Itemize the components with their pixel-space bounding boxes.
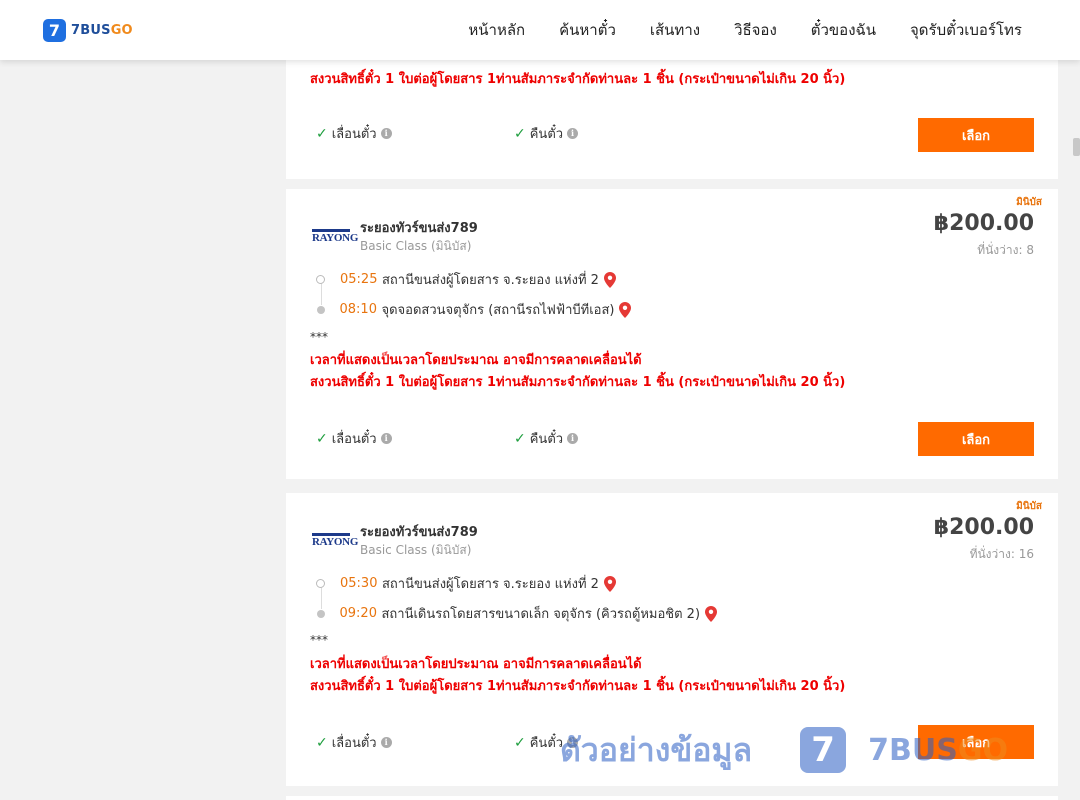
departure-stop: 05:30 สถานีขนส่งผู้โดยสาร จ.ระยอง แห่งที…	[316, 573, 616, 594]
nav-how-to-book[interactable]: วิธีจอง	[734, 18, 777, 42]
check-icon: ✓	[316, 125, 328, 142]
nav-ticket-pickup[interactable]: จุดรับตั๋วเบอร์โทร	[910, 18, 1022, 42]
map-pin-icon[interactable]	[603, 271, 616, 288]
departure-place: สถานีขนส่งผู้โดยสาร จ.ระยอง แห่งที่ 2	[382, 273, 599, 288]
ticket-price: ฿200.00	[933, 515, 1034, 540]
departure-stop: 05:25 สถานีขนส่งผู้โดยสาร จ.ระยอง แห่งที…	[316, 269, 616, 290]
info-icon[interactable]: i	[567, 128, 579, 139]
arrival-stop: 09:20 สถานีเดินรถโดยสารขนาดเล็ก จตุจักร …	[316, 603, 718, 624]
arrival-time: 08:10	[339, 302, 377, 317]
site-logo[interactable]: 7 7BUSGO	[43, 19, 133, 42]
info-icon[interactable]: i	[380, 737, 392, 748]
nav-search-ticket[interactable]: ค้นหาตั๋ว	[559, 18, 616, 42]
nav-home[interactable]: หน้าหลัก	[468, 18, 525, 42]
option-refund-ticket: ✓ คืนตั๋ว i	[514, 123, 579, 144]
departure-place: สถานีขนส่งผู้โดยสาร จ.ระยอง แห่งที่ 2	[382, 577, 599, 592]
remark-stars: ***	[310, 633, 328, 647]
time-note: เวลาที่แสดงเป็นเวลาโดยประมาณ อาจมีการคลา…	[310, 657, 642, 672]
option-change-ticket: ✓ เลื่อนตั๋ว i	[316, 123, 392, 144]
luggage-note: สงวนสิทธิ์ตั๋ว 1 ใบต่อผู้โดยสาร 1ท่านสัม…	[310, 375, 846, 390]
select-button[interactable]: เลือก	[918, 725, 1034, 759]
trip-card: มินิบัส RAYONG ระยองทัวร์ขนส่ง789 Basic …	[286, 189, 1058, 479]
info-icon[interactable]: i	[380, 128, 392, 139]
arrival-place: จุดจอดสวนจตุจักร (สถานีรถไฟฟ้าบีทีเอส)	[381, 303, 615, 318]
check-icon: ✓	[316, 430, 328, 447]
map-pin-icon[interactable]	[619, 301, 632, 318]
luggage-note: สงวนสิทธิ์ตั๋ว 1 ใบต่อผู้โดยสาร 1ท่านสัม…	[310, 72, 846, 87]
operator-logo: RAYONG	[312, 533, 358, 549]
departure-time: 05:30	[340, 576, 378, 591]
select-button[interactable]: เลือก	[918, 422, 1034, 456]
option-change-ticket: ✓ เลื่อนตั๋ว i	[316, 428, 392, 449]
bus-class: Basic Class (มินิบัส)	[360, 543, 472, 557]
ticket-price: ฿200.00	[933, 211, 1034, 236]
arrival-place: สถานีเดินรถโดยสารขนาดเล็ก จตุจักร (คิวรถ…	[381, 607, 701, 622]
check-icon: ✓	[316, 734, 328, 751]
departure-time: 05:25	[340, 272, 378, 287]
remark-stars: ***	[310, 330, 328, 344]
info-icon[interactable]: i	[567, 737, 579, 748]
operator-logo: RAYONG	[312, 229, 358, 245]
main-nav: หน้าหลัก ค้นหาตั๋ว เส้นทาง วิธีจอง ตั๋วข…	[434, 0, 1022, 60]
info-icon[interactable]: i	[380, 433, 392, 444]
top-header: 7 7BUSGO หน้าหลัก ค้นหาตั๋ว เส้นทาง วิธี…	[0, 0, 1080, 60]
departure-dot	[316, 579, 325, 588]
check-icon: ✓	[514, 430, 526, 447]
scrollbar-thumb[interactable]	[1073, 138, 1080, 156]
operator-name: ระยองทัวร์ขนส่ง789	[360, 221, 478, 236]
option-refund-ticket: ✓ คืนตั๋ว i	[514, 428, 579, 449]
bus-class: Basic Class (มินิบัส)	[360, 239, 472, 253]
map-pin-icon[interactable]	[603, 575, 616, 592]
seats-available: ที่นั่งว่าง: 16	[969, 547, 1034, 561]
logo-badge: 7	[43, 19, 66, 42]
check-icon: ✓	[514, 125, 526, 142]
check-icon: ✓	[514, 734, 526, 751]
time-note: เวลาที่แสดงเป็นเวลาโดยประมาณ อาจมีการคลา…	[310, 353, 642, 368]
trip-card-partial: สงวนสิทธิ์ตั๋ว 1 ใบต่อผู้โดยสาร 1ท่านสัม…	[286, 40, 1058, 179]
info-icon[interactable]: i	[567, 433, 579, 444]
option-change-ticket: ✓ เลื่อนตั๋ว i	[316, 732, 392, 753]
vehicle-tag: มินิบัส	[1016, 197, 1042, 208]
arrival-dot	[316, 305, 325, 314]
logo-text: 7BUSGO	[71, 23, 133, 38]
map-pin-icon[interactable]	[705, 605, 718, 622]
option-refund-ticket: ✓ คืนตั๋ว i	[514, 732, 579, 753]
arrival-dot	[316, 609, 325, 618]
seats-available: ที่นั่งว่าง: 8	[977, 243, 1034, 257]
trip-card: มินิบัส RAYONG ระยองทัวร์ขนส่ง789 Basic …	[286, 493, 1058, 786]
nav-routes[interactable]: เส้นทาง	[650, 18, 700, 42]
vehicle-tag: มินิบัส	[1016, 501, 1042, 512]
luggage-note: สงวนสิทธิ์ตั๋ว 1 ใบต่อผู้โดยสาร 1ท่านสัม…	[310, 679, 846, 694]
operator-name: ระยองทัวร์ขนส่ง789	[360, 525, 478, 540]
arrival-time: 09:20	[339, 606, 377, 621]
nav-my-tickets[interactable]: ตั๋วของฉัน	[811, 18, 876, 42]
arrival-stop: 08:10 จุดจอดสวนจตุจักร (สถานีรถไฟฟ้าบีที…	[316, 299, 632, 320]
next-trip-card-peek	[286, 796, 1058, 800]
departure-dot	[316, 275, 325, 284]
select-button[interactable]: เลือก	[918, 118, 1034, 152]
